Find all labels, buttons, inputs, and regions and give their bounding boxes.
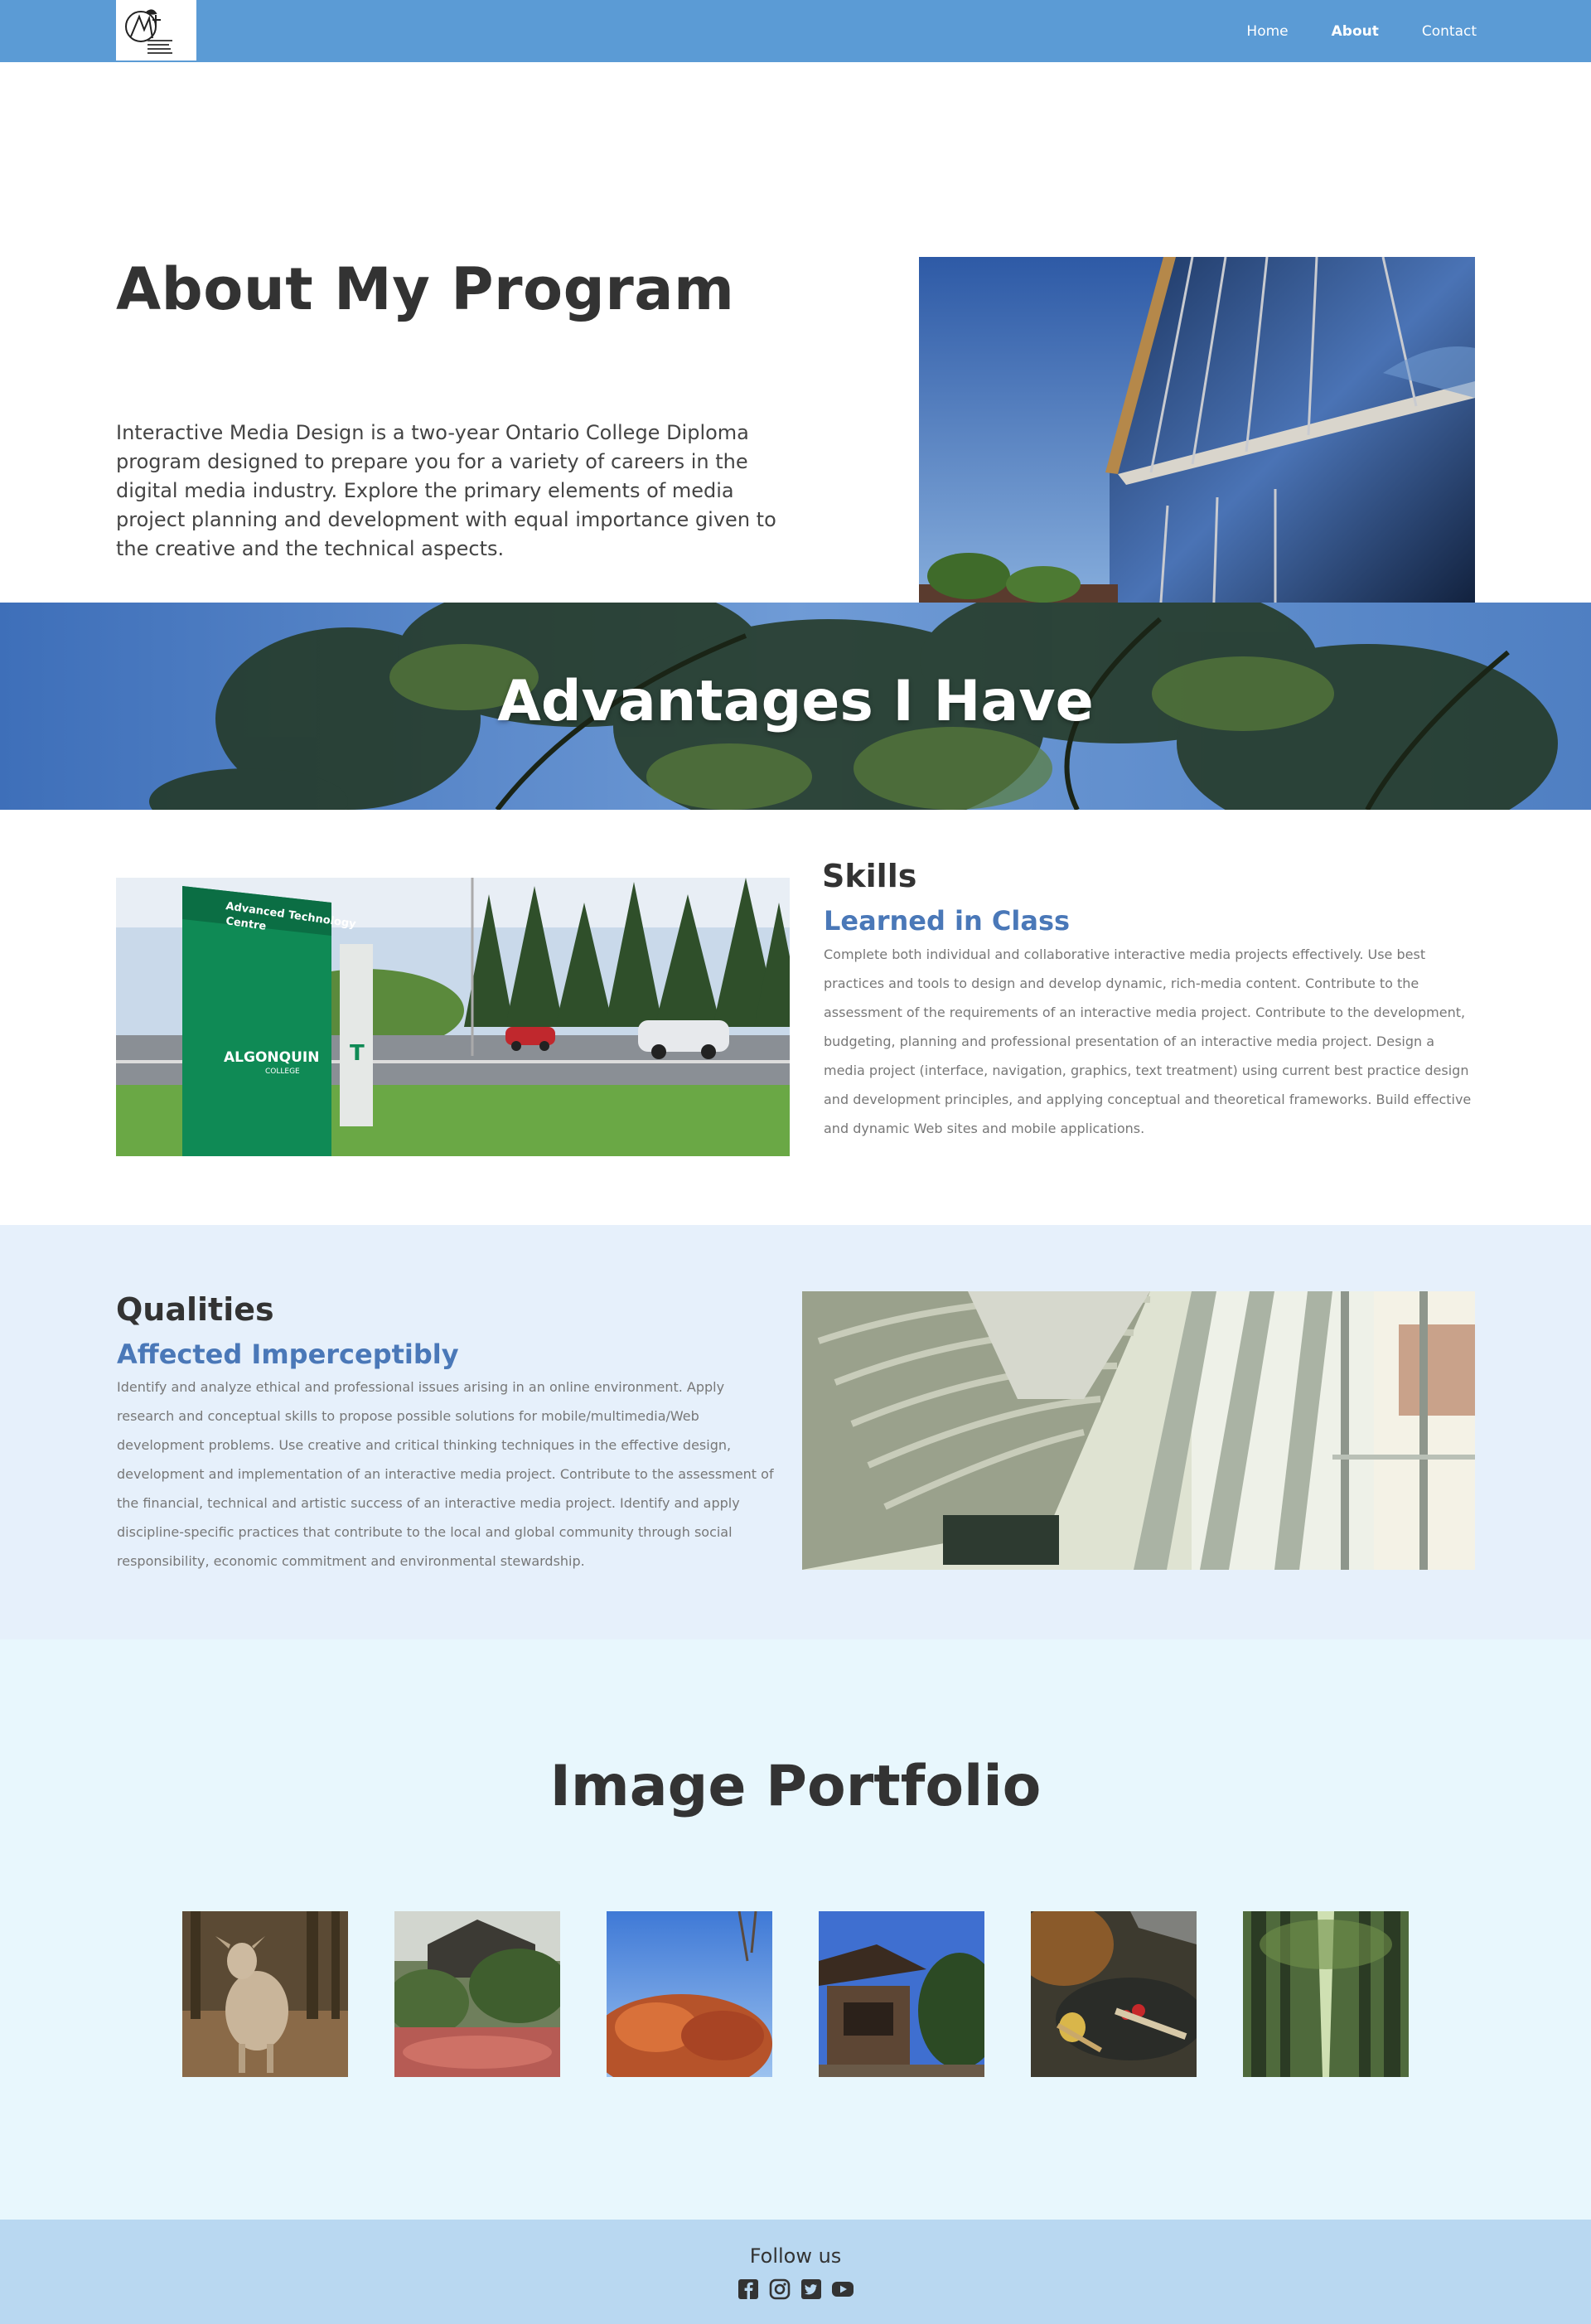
skills-heading: Skills — [822, 858, 917, 894]
glass-corridor-image — [802, 1291, 1475, 1570]
sign-line-3: ALGONQUIN — [224, 1049, 319, 1066]
building-photo — [919, 257, 1475, 626]
glass-building-image — [919, 257, 1475, 626]
corridor-photo — [802, 1291, 1475, 1570]
bamboo-forest-image — [1243, 1911, 1409, 2077]
college-sign-photo: Advanced Technology Centre ALGONQUIN COL… — [116, 878, 790, 1156]
facebook-icon[interactable] — [737, 2278, 760, 2301]
sign-line-4: COLLEGE — [265, 1068, 300, 1076]
qualities-section: Qualities Affected Imperceptibly Identif… — [0, 1225, 1591, 1639]
portfolio-section: Image Portfolio — [0, 1639, 1591, 2220]
logo-graphic — [116, 0, 196, 61]
portfolio-title: Image Portfolio — [549, 1754, 1042, 1819]
nav-contact-link[interactable]: Contact — [1422, 23, 1477, 40]
temple-image — [819, 1911, 984, 2077]
sign-line-5: T — [350, 1041, 365, 1066]
site-logo[interactable] — [116, 0, 196, 61]
advantages-title: Advantages I Have — [497, 669, 1094, 734]
instagram-icon[interactable] — [768, 2278, 791, 2301]
deer-image — [182, 1911, 348, 2077]
skills-section: Advanced Technology Centre ALGONQUIN COL… — [0, 810, 1591, 1225]
portfolio-image-autumn-tree[interactable] — [607, 1911, 772, 2077]
skills-body: Complete both individual and collaborati… — [824, 947, 1472, 1136]
portfolio-image-garden[interactable] — [394, 1911, 560, 2077]
about-section: About My Program Interactive Media Desig… — [0, 62, 1591, 626]
qualities-heading: Qualities — [116, 1291, 274, 1328]
footer: Follow us — [0, 2220, 1591, 2324]
portfolio-image-deer[interactable] — [182, 1911, 348, 2077]
garden-image — [394, 1911, 560, 2077]
portfolio-gallery — [182, 1911, 1409, 2077]
youtube-icon[interactable] — [831, 2278, 854, 2301]
skills-subheading: Learned in Class — [824, 905, 1071, 937]
about-description: Interactive Media Design is a two-year O… — [116, 421, 776, 560]
autumn-tree-image — [607, 1911, 772, 2077]
portfolio-image-water-fountain[interactable] — [1031, 1911, 1197, 2077]
water-fountain-image — [1031, 1911, 1197, 2077]
algonquin-sign-image: Advanced Technology Centre ALGONQUIN COL… — [116, 878, 790, 1156]
nav-about-link[interactable]: About — [1332, 23, 1379, 40]
top-nav: Home About Contact — [0, 0, 1591, 62]
qualities-subheading: Affected Imperceptibly — [117, 1339, 459, 1370]
page-title: About My Program — [116, 255, 735, 323]
portfolio-image-bamboo-forest[interactable] — [1243, 1911, 1409, 2077]
portfolio-image-temple[interactable] — [819, 1911, 984, 2077]
twitter-icon[interactable] — [800, 2278, 823, 2301]
follow-us-label: Follow us — [749, 2244, 842, 2268]
nav-links: Home About Contact — [1246, 0, 1477, 62]
advantages-banner: Advantages I Have — [0, 603, 1591, 810]
social-links — [0, 2278, 1591, 2301]
nav-home-link[interactable]: Home — [1246, 23, 1288, 40]
qualities-body: Identify and analyze ethical and profess… — [117, 1379, 774, 1569]
